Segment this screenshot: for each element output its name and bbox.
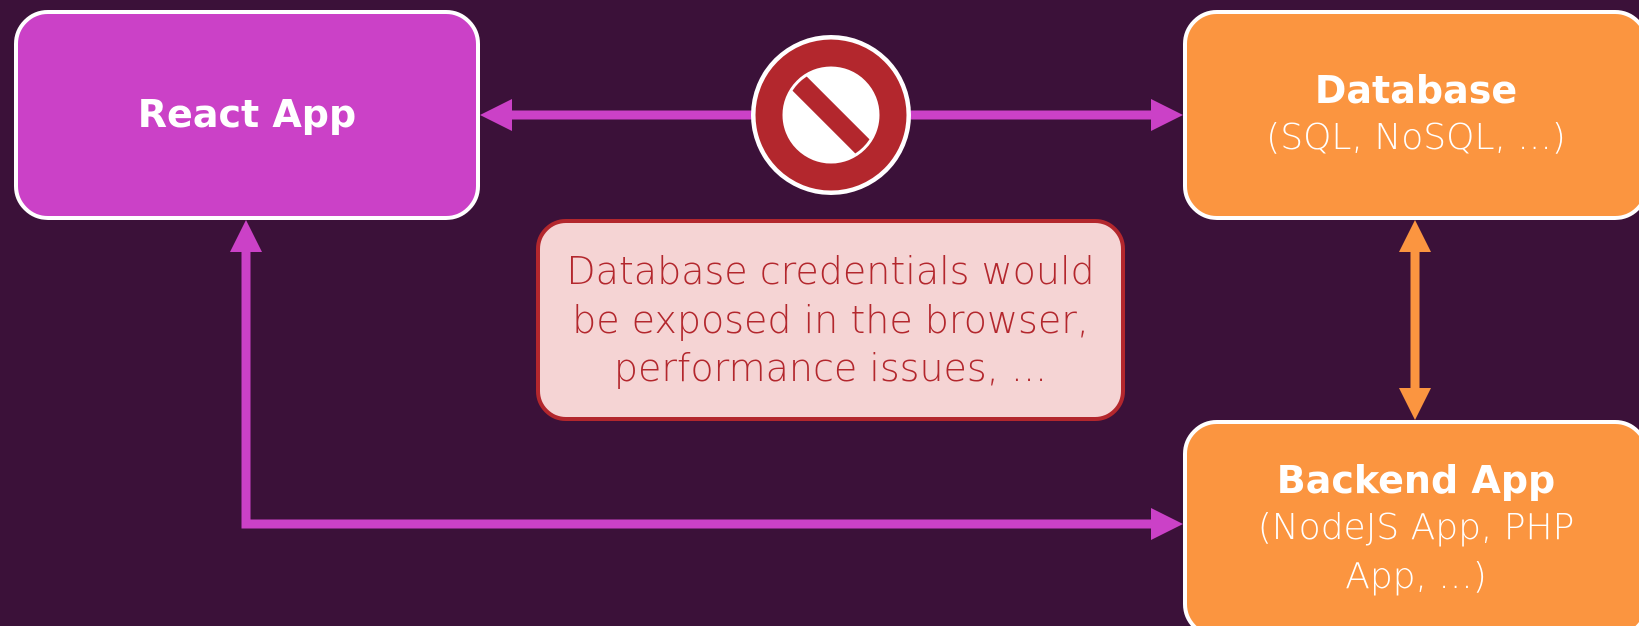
- arrowhead-up: [230, 220, 262, 252]
- backend-app-box: Backend App (NodeJS App, PHP App, ...): [1183, 420, 1639, 626]
- database-subtitle: (SQL, NoSQL, ...): [1266, 117, 1566, 159]
- diagram-canvas: React App Database (SQL, NoSQL, ...) Bac…: [0, 0, 1639, 626]
- warning-text: Database credentials would be exposed in…: [566, 249, 1095, 391]
- arrowhead-up: [1399, 220, 1431, 252]
- react-app-box: React App: [14, 10, 480, 220]
- arrowhead-left: [480, 99, 512, 131]
- backend-app-title: Backend App: [1276, 457, 1556, 502]
- database-title: Database: [1314, 67, 1518, 112]
- database-box: Database (SQL, NoSQL, ...): [1183, 10, 1639, 220]
- database-backend-connector: [1399, 220, 1431, 420]
- no-entry-icon: [751, 35, 911, 195]
- arrowhead-down: [1399, 388, 1431, 420]
- backend-app-subtitle: (NodeJS App, PHP App, ...): [1257, 507, 1575, 597]
- warning-note: Database credentials would be exposed in…: [536, 219, 1125, 421]
- arrowhead-right: [1151, 99, 1183, 131]
- react-app-title: React App: [137, 92, 357, 137]
- arrowhead-right: [1151, 508, 1183, 540]
